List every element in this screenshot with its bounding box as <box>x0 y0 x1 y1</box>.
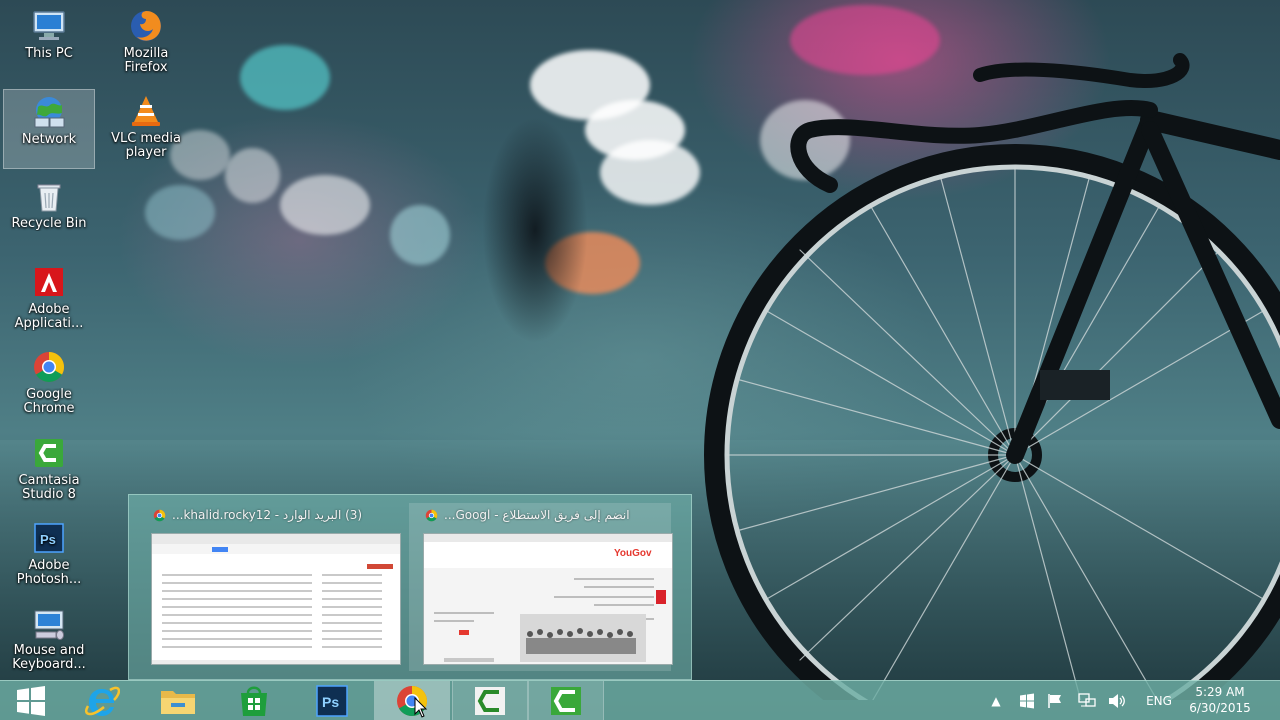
store-icon <box>241 686 267 716</box>
desktop-icon-this-pc[interactable]: This PC <box>3 4 95 84</box>
chrome-icon <box>425 509 438 521</box>
desktop-icon-photoshop[interactable]: Ps Adobe Photosh... <box>3 516 95 596</box>
desktop-icon-vlc[interactable]: VLC media player <box>100 89 192 169</box>
desktop-icon-firefox[interactable]: Mozilla Firefox <box>100 4 192 84</box>
chevron-up-icon: ▲ <box>991 694 1001 708</box>
start-button[interactable] <box>0 681 62 720</box>
thumbnail-image-yougov: YouGov <box>423 533 673 665</box>
photoshop-icon: Ps <box>316 685 348 717</box>
tray-clock[interactable]: 5:29 AM 6/30/2015 <box>1180 684 1260 716</box>
taskbar: Ps ▲ ENG 5:29 AM 6/30/2015 <box>0 680 1280 720</box>
tray-volume-button[interactable] <box>1106 681 1128 720</box>
recycle-bin-icon <box>31 178 67 214</box>
desktop-icon-label: Google Chrome <box>23 388 75 416</box>
tray-windows-icon-button[interactable] <box>1016 681 1038 720</box>
desktop-icon-label: Adobe Applicati... <box>14 303 84 331</box>
desktop-icon-label: Recycle Bin <box>11 217 87 231</box>
desktop-icon-adobe-applications[interactable]: Adobe Applicati... <box>3 260 95 340</box>
desktop-icon-label: This PC <box>25 47 73 61</box>
windows-start-icon <box>17 686 45 716</box>
desktop-icon-label: Network <box>21 133 77 147</box>
photoshop-taskbar-label: Ps <box>322 694 339 710</box>
camtasia-icon <box>31 435 67 471</box>
photoshop-icon: Ps <box>31 520 67 556</box>
internet-explorer-icon <box>85 686 120 716</box>
taskbar-photoshop[interactable]: Ps <box>294 681 370 720</box>
this-pc-icon <box>31 8 67 44</box>
taskbar-camtasia-studio[interactable] <box>452 681 528 720</box>
mouse-keyboard-icon <box>31 605 67 641</box>
clock-date: 6/30/2015 <box>1189 701 1251 715</box>
wallpaper-bokeh <box>225 148 280 203</box>
thumbnail-window-yougov[interactable]: انضم إلى فريق الاستطلاع - Googl... YouGo… <box>409 503 673 671</box>
network-icon <box>31 94 67 130</box>
thumbnail-title: (3) البريد الوارد - khalid.rocky12... <box>172 508 363 522</box>
wallpaper-bokeh <box>390 205 450 265</box>
desktop-icon-label: Camtasia Studio 8 <box>18 474 80 502</box>
desktop-icon-label: VLC media player <box>111 132 181 160</box>
tray-network-button[interactable] <box>1076 681 1098 720</box>
clock-time: 5:29 AM <box>1195 685 1245 699</box>
wallpaper-bicycle <box>704 53 1280 700</box>
firefox-icon <box>128 8 164 44</box>
thumbnail-window-inbox[interactable]: (3) البريد الوارد - khalid.rocky12... <box>137 503 401 671</box>
tray-overflow-button[interactable]: ▲ <box>986 681 1006 720</box>
desktop-icon-label: Mozilla Firefox <box>123 47 169 75</box>
wallpaper-bokeh <box>240 45 330 110</box>
thumbnail-title-bar: (3) البريد الوارد - khalid.rocky12... <box>137 503 399 527</box>
wallpaper-silhouette <box>460 90 610 360</box>
desktop-icon-label: Adobe Photosh... <box>16 559 82 587</box>
thumbnail-title-bar: انضم إلى فريق الاستطلاع - Googl... <box>409 503 671 527</box>
thumbnail-title: انضم إلى فريق الاستطلاع - Googl... <box>444 508 630 522</box>
camtasia-icon <box>475 687 505 715</box>
tray-action-center-button[interactable] <box>1044 681 1066 720</box>
vlc-icon <box>128 93 164 129</box>
desktop-icon-mouse-keyboard[interactable]: Mouse and Keyboard... <box>3 601 95 681</box>
thumbnail-image-inbox <box>151 533 401 665</box>
language-indicator: ENG <box>1146 694 1172 708</box>
wallpaper-bokeh <box>280 175 370 235</box>
taskbar-internet-explorer[interactable] <box>64 681 140 720</box>
yougov-logo: YouGov <box>614 548 652 559</box>
desktop-icon-label: Mouse and Keyboard... <box>12 644 86 672</box>
taskbar-store[interactable] <box>216 681 292 720</box>
camtasia-recorder-icon <box>551 687 581 715</box>
desktop-icon-camtasia[interactable]: Camtasia Studio 8 <box>3 431 95 511</box>
wallpaper-bokeh <box>145 185 215 240</box>
taskbar-camtasia-recorder[interactable] <box>528 681 604 720</box>
speaker-icon <box>1109 694 1125 708</box>
desktop-icon-network[interactable]: Network <box>3 89 95 169</box>
taskbar-google-chrome[interactable] <box>374 681 450 720</box>
flag-icon <box>1048 694 1061 708</box>
taskbar-file-explorer[interactable] <box>140 681 216 720</box>
file-explorer-icon <box>161 691 195 714</box>
chrome-thumbnail-preview: (3) البريد الوارد - khalid.rocky12... ان… <box>128 494 692 680</box>
adobe-icon <box>31 264 67 300</box>
tray-language-button[interactable]: ENG <box>1138 681 1180 720</box>
desktop-icon-google-chrome[interactable]: Google Chrome <box>3 345 95 425</box>
chrome-icon <box>153 509 166 521</box>
chrome-icon <box>31 349 67 385</box>
network-tray-icon <box>1078 693 1096 707</box>
desktop-icon-recycle-bin[interactable]: Recycle Bin <box>3 174 95 254</box>
windows-small-icon <box>1020 693 1034 709</box>
mouse-cursor-icon <box>414 697 428 718</box>
svg-text:Ps: Ps <box>40 532 56 547</box>
